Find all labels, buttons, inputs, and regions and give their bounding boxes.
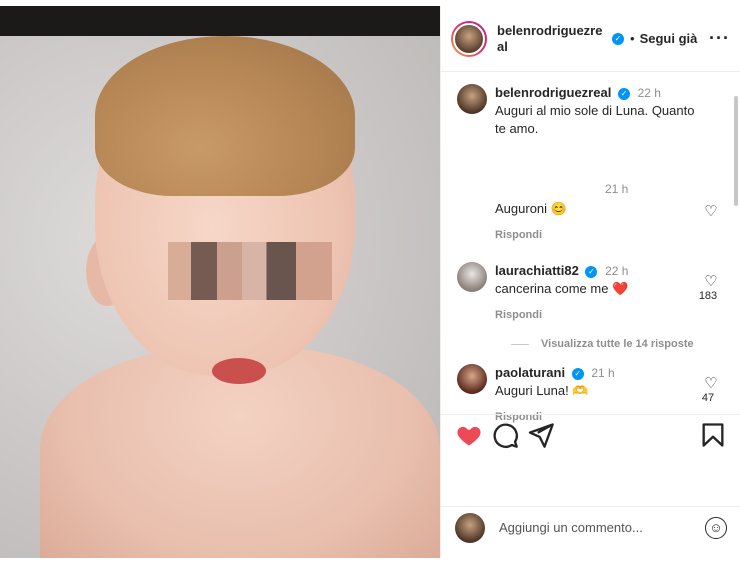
post-photo[interactable] xyxy=(0,6,440,558)
like-comment-icon[interactable]: ♡ xyxy=(702,202,720,220)
comment-text: cancerina come me ❤️ xyxy=(495,281,629,296)
baby-mouth xyxy=(212,358,266,384)
avatar[interactable] xyxy=(457,364,487,394)
emoji-icon[interactable]: ☺ xyxy=(705,516,727,539)
comment-time: 21 h xyxy=(605,182,629,196)
avatar[interactable] xyxy=(457,180,487,210)
verified-icon: ✓ xyxy=(617,87,630,100)
view-all-replies[interactable]: Visualizza tutte le 14 risposte xyxy=(511,338,740,350)
like-comment-icon[interactable]: ♡ xyxy=(702,374,720,392)
pixelated-eyes xyxy=(168,242,332,300)
comment-input[interactable]: Aggiungi un commento... xyxy=(499,520,643,535)
reply-button[interactable]: Rispondi xyxy=(495,226,705,244)
caption: belenrodriguezreal ✓ 22 h Auguri al mio … xyxy=(457,84,740,138)
reply-button[interactable]: Rispondi xyxy=(495,306,705,324)
like-count: 183 xyxy=(698,290,718,302)
like-comment-icon[interactable]: ♡ xyxy=(702,272,720,290)
comment-time: 22 h xyxy=(637,86,661,100)
verified-icon: ✓ xyxy=(585,265,598,278)
avatar xyxy=(455,512,485,543)
more-icon[interactable]: ··· xyxy=(709,28,730,49)
avatar[interactable] xyxy=(457,84,487,114)
view-all-replies-label: Visualizza tutte le 14 risposte xyxy=(541,338,694,350)
author-username[interactable]: belenrodriguezre al xyxy=(497,23,609,55)
post-header: belenrodriguezre al ✓ • Segui già ··· xyxy=(441,6,740,72)
comment-text: Auguroni 😊 xyxy=(495,201,567,216)
comment-username[interactable]: paolaturani xyxy=(495,365,565,380)
comments-list[interactable]: belenrodriguezreal ✓ 22 h Auguri al mio … xyxy=(441,72,740,423)
separator-dot: • xyxy=(630,31,635,46)
comment-time: 21 h xyxy=(591,366,615,380)
comment-username[interactable]: laurachiatti82 xyxy=(495,263,579,278)
baby-hair xyxy=(95,36,355,196)
bookmark-icon[interactable] xyxy=(699,421,727,449)
comment-text: Auguri Luna! 🫶 xyxy=(495,383,589,398)
comment-row: 21 h Auguroni 😊 Rispondi ♡ xyxy=(457,180,740,244)
author-avatar[interactable] xyxy=(451,20,487,57)
verified-icon: ✓ xyxy=(612,32,624,45)
comment-username[interactable]: belenrodriguezreal xyxy=(495,85,611,100)
add-comment-bar: Aggiungi un commento... ☺ xyxy=(441,506,740,548)
follow-button[interactable]: Segui già xyxy=(640,31,698,46)
action-bar xyxy=(441,414,740,454)
comment-time: 22 h xyxy=(605,264,629,278)
post-side-panel: belenrodriguezre al ✓ • Segui già ··· be… xyxy=(440,6,740,558)
comment-icon[interactable] xyxy=(491,421,519,449)
avatar[interactable] xyxy=(457,262,487,292)
like-count: 47 xyxy=(701,392,715,404)
divider xyxy=(511,343,529,345)
comment-row: laurachiatti82 ✓ 22 h cancerina come me … xyxy=(457,262,740,324)
verified-icon: ✓ xyxy=(571,367,584,380)
heart-icon[interactable] xyxy=(455,421,483,449)
comment-text: Auguri al mio sole di Luna. Quanto te am… xyxy=(495,103,695,136)
photo-top-strip xyxy=(0,6,440,36)
share-icon[interactable] xyxy=(527,421,555,449)
